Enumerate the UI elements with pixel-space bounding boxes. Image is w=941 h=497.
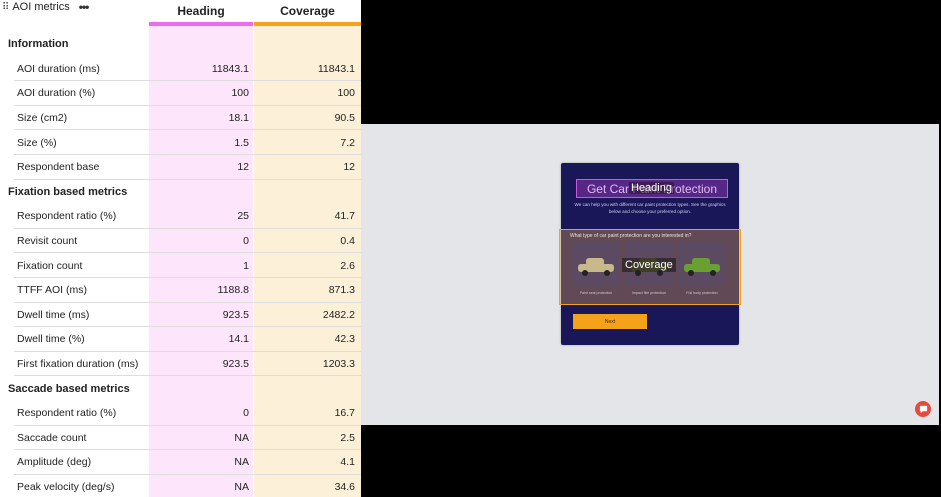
chat-bubble-icon — [919, 405, 927, 413]
panel-title: AOI metrics — [12, 1, 70, 13]
panel-header: ⠿ AOI metrics ••• — [2, 0, 90, 14]
coverage-value: 4.1 — [340, 456, 355, 469]
drag-handle-icon[interactable]: ⠿ — [2, 2, 9, 13]
heading-value: NA — [234, 431, 249, 444]
metric-label: Peak velocity (deg/s) — [17, 480, 115, 493]
metric-label: Respondent base — [17, 161, 100, 174]
metric-label: Amplitude (deg) — [17, 456, 92, 469]
heading-value: 100 — [231, 87, 249, 100]
table-row: AOI duration (%) 100 100 — [0, 81, 361, 106]
section-label: Fixation based metrics — [8, 185, 128, 198]
heading-value: 14.1 — [228, 333, 249, 346]
ad-card: Get Car Paint Protection Heading We can … — [559, 163, 741, 345]
option-label-3: Full body protection — [686, 291, 718, 295]
table-row: AOI duration (ms) 11843.1 11843.1 — [0, 57, 361, 82]
coverage-value: 2482.2 — [322, 308, 355, 321]
heading-value: 0 — [243, 235, 249, 248]
coverage-value: 34.6 — [334, 480, 355, 493]
option-label-2: Impact film protection — [631, 291, 667, 295]
heading-aoi-label: Heading — [629, 182, 674, 194]
heading-value: 0 — [243, 407, 249, 420]
coverage-value: 2.5 — [340, 431, 355, 444]
section-label: Information — [8, 38, 69, 51]
metric-label: Size (cm2) — [17, 112, 68, 125]
coverage-value: 100 — [337, 87, 355, 100]
metric-label: AOI duration (ms) — [17, 62, 100, 75]
heading-value: 1.5 — [234, 136, 249, 149]
section-header: Fixation based metrics — [0, 180, 361, 205]
stimulus-preview: Get Car Paint Protection Heading We can … — [361, 124, 939, 425]
coverage-value: 42.3 — [334, 333, 355, 346]
metric-label: First fixation duration (ms) — [17, 358, 139, 371]
coverage-value: 11843.1 — [317, 62, 355, 75]
column-header-heading[interactable]: Heading — [149, 0, 253, 26]
coverage-aoi-label: Coverage — [622, 258, 676, 272]
heading-value: 923.5 — [222, 358, 249, 371]
coverage-value: 41.7 — [334, 210, 355, 223]
table-row: Peak velocity (deg/s) NA 34.6 — [0, 475, 361, 497]
heading-value: 18.1 — [228, 112, 249, 125]
heading-value: 12 — [237, 161, 249, 174]
heading-value: 923.5 — [222, 308, 249, 321]
heading-value: 25 — [237, 210, 249, 223]
section-header: Saccade based metrics — [0, 376, 361, 401]
table-row: Revisit count 0 0.4 — [0, 229, 361, 254]
coverage-value: 7.2 — [340, 136, 355, 149]
table-row: Respondent base 12 12 — [0, 155, 361, 180]
table-row: TTFF AOI (ms) 1188.8 871.3 — [0, 278, 361, 303]
car-icon — [684, 258, 720, 276]
table-row: Dwell time (%) 14.1 42.3 — [0, 327, 361, 352]
option-card-1[interactable] — [572, 242, 620, 286]
metric-label: Fixation count — [17, 259, 83, 272]
heading-value: 1 — [243, 259, 249, 272]
option-card-3[interactable] — [678, 242, 726, 286]
more-options-icon[interactable]: ••• — [79, 0, 90, 14]
metric-label: Saccade count — [17, 431, 87, 444]
table-row: Respondent ratio (%) 25 41.7 — [0, 204, 361, 229]
table-row: Amplitude (deg) NA 4.1 — [0, 450, 361, 475]
table-row: Size (cm2) 18.1 90.5 — [0, 106, 361, 131]
metric-label: TTFF AOI (ms) — [17, 284, 87, 297]
car-icon — [578, 258, 614, 276]
heading-value: NA — [234, 480, 249, 493]
heading-value: 11843.1 — [211, 62, 249, 75]
card-description: We can help you with different car paint… — [574, 202, 726, 214]
option-label-1: Paint seal protection — [579, 291, 613, 295]
heading-value: NA — [234, 456, 249, 469]
coverage-aoi-box[interactable]: What type of car paint protection are yo… — [559, 229, 741, 305]
metric-label: Dwell time (%) — [17, 333, 85, 346]
table-row: Saccade count NA 2.5 — [0, 426, 361, 451]
coverage-value: 2.6 — [340, 259, 355, 272]
table-row: Size (%) 1.5 7.2 — [0, 130, 361, 155]
metric-label: Revisit count — [17, 235, 78, 248]
coverage-value: 12 — [343, 161, 355, 174]
coverage-value: 1203.3 — [322, 358, 355, 371]
next-button[interactable]: Next — [573, 314, 647, 329]
heading-value: 1188.8 — [217, 284, 249, 297]
coverage-value: 871.3 — [328, 284, 355, 297]
table-row: Dwell time (ms) 923.5 2482.2 — [0, 303, 361, 328]
table-row: Respondent ratio (%) 0 16.7 — [0, 401, 361, 426]
coverage-value: 0.4 — [340, 235, 355, 248]
aoi-metrics-panel: ⠿ AOI metrics ••• Heading Coverage Infor… — [0, 0, 361, 497]
table-row: Fixation count 1 2.6 — [0, 253, 361, 278]
metrics-table: Information AOI duration (ms) 11843.1 11843… — [0, 32, 361, 497]
metric-label: Respondent ratio (%) — [17, 210, 117, 223]
question-text: What type of car paint protection are yo… — [570, 233, 692, 239]
column-header-coverage[interactable]: Coverage — [254, 0, 361, 26]
metric-label: Respondent ratio (%) — [17, 407, 117, 420]
metric-label: Size (%) — [17, 136, 57, 149]
metric-label: Dwell time (ms) — [17, 308, 90, 321]
coverage-value: 90.5 — [334, 112, 355, 125]
section-label: Saccade based metrics — [8, 382, 130, 395]
chat-button[interactable] — [915, 401, 931, 417]
metric-label: AOI duration (%) — [17, 87, 96, 100]
section-header: Information — [0, 32, 361, 57]
coverage-value: 16.7 — [334, 407, 355, 420]
table-row: First fixation duration (ms) 923.5 1203.3 — [0, 352, 361, 377]
